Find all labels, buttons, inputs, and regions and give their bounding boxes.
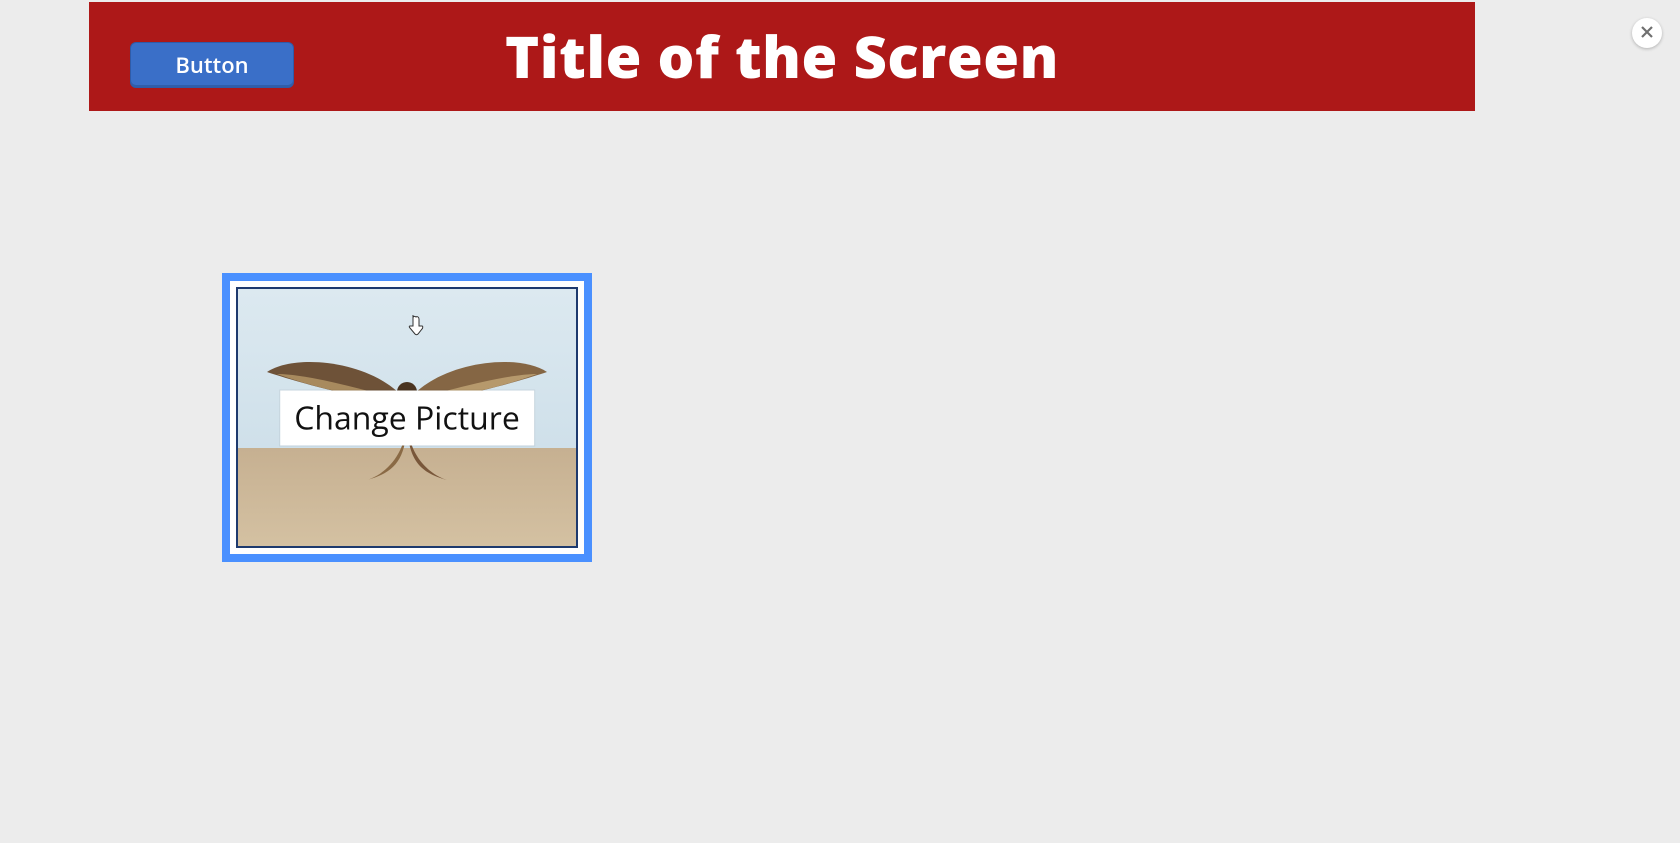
viewport: Button Title of the Screen [0, 0, 1680, 843]
screen-stage: Button Title of the Screen [89, 2, 1475, 841]
picture-card[interactable]: Change Picture [222, 273, 592, 562]
picture-frame: Change Picture [236, 287, 578, 548]
change-picture-label[interactable]: Change Picture [280, 390, 534, 445]
close-button[interactable] [1632, 18, 1662, 48]
screen-title: Title of the Screen [89, 16, 1475, 95]
header-bar: Button Title of the Screen [89, 2, 1475, 111]
close-icon [1640, 22, 1654, 44]
